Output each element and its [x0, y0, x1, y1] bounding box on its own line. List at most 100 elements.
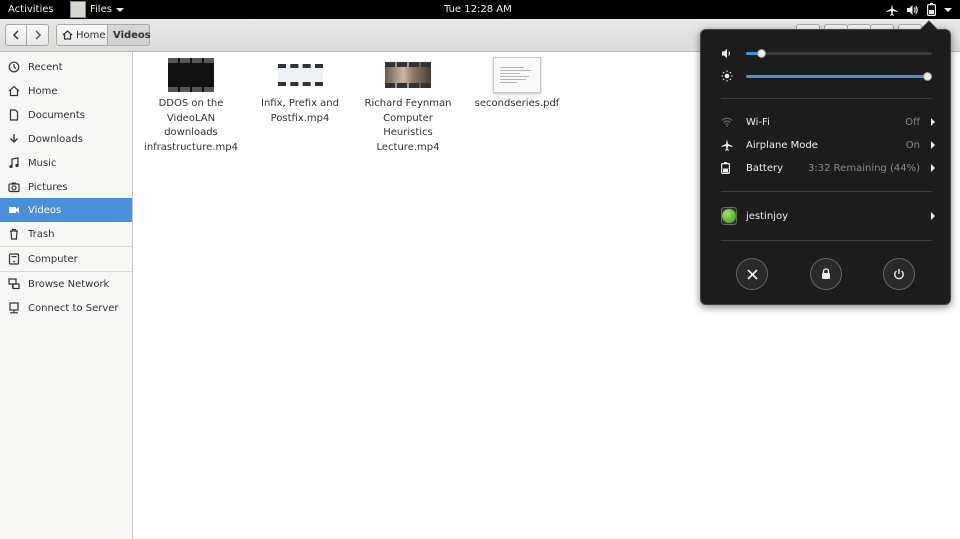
battery-icon — [927, 3, 936, 16]
network-icon — [8, 278, 20, 290]
power-icon — [894, 269, 904, 280]
sidebar-item-label: Computer — [28, 253, 78, 265]
file-item[interactable]: Richard Feynman Computer Heuristics Lect… — [360, 57, 456, 155]
sidebar-item-browse-network[interactable]: Browse Network — [0, 272, 132, 296]
brightness-slider[interactable] — [746, 71, 932, 81]
app-menu[interactable]: Files — [70, 0, 124, 19]
menu-separator — [721, 240, 932, 241]
sidebar-item-label: Connect to Server — [28, 302, 119, 314]
menu-separator — [721, 191, 932, 192]
chevron-down-icon — [944, 7, 952, 12]
file-name: DDOS on the VideoLAN downloads infrastru… — [144, 98, 238, 153]
sidebar-item-music[interactable]: Music — [0, 151, 132, 175]
sidebar-item-connect-to-server[interactable]: Connect to Server — [0, 296, 132, 320]
top-bar: Activities Files Tue 12:28 AM — [0, 0, 960, 19]
forward-button[interactable] — [27, 24, 49, 46]
brightness-slider-fill — [746, 74, 932, 78]
computer-icon — [8, 253, 20, 265]
file-name: Infix, Prefix and Postfix.mp4 — [261, 98, 339, 124]
sidebar-item-computer[interactable]: Computer — [0, 247, 132, 271]
sidebar-item-label: Downloads — [28, 133, 83, 145]
battery-row[interactable]: Battery 3:32 Remaining (44%) — [721, 158, 936, 178]
sidebar-item-home[interactable]: Home — [0, 79, 132, 103]
clock-icon — [8, 61, 20, 73]
file-item[interactable]: DDOS on the VideoLAN downloads infrastru… — [143, 57, 239, 155]
chevron-right-icon — [931, 141, 935, 149]
chevron-left-icon — [12, 30, 19, 40]
sidebar-item-videos[interactable]: Videos — [0, 198, 132, 222]
home-icon — [8, 85, 20, 97]
system-menu: Wi-Fi Off Airplane Mode On Battery 3:32 … — [700, 20, 951, 305]
sidebar-item-pictures[interactable]: Pictures — [0, 175, 132, 199]
chevron-right-icon — [34, 30, 41, 40]
battery-icon — [721, 162, 737, 174]
video-icon — [8, 204, 20, 216]
clock[interactable]: Tue 12:28 AM — [444, 4, 512, 15]
airplane-mode-row[interactable]: Airplane Mode On — [721, 135, 936, 155]
music-icon — [8, 157, 20, 169]
battery-status: 3:32 Remaining (44%) — [808, 162, 920, 174]
file-item[interactable]: secondseries.pdf — [469, 57, 565, 112]
breadcrumb-label: Home — [76, 29, 106, 41]
file-name: Richard Feynman Computer Heuristics Lect… — [364, 98, 452, 153]
sidebar-item-label: Browse Network — [28, 278, 110, 290]
file-item[interactable]: Infix, Prefix and Postfix.mp4 — [252, 57, 348, 126]
back-button[interactable] — [5, 24, 27, 46]
brightness-row — [721, 69, 936, 83]
sidebar: Recent Home Documents Downloads Music Pi… — [0, 52, 133, 539]
brightness-icon — [721, 70, 733, 82]
sidebar-item-documents[interactable]: Documents — [0, 103, 132, 127]
pdf-page-icon — [493, 57, 541, 93]
volume-slider[interactable] — [746, 48, 932, 58]
breadcrumb-videos[interactable]: Videos — [107, 24, 151, 46]
volume-row — [721, 46, 936, 60]
sidebar-item-recent[interactable]: Recent — [0, 55, 132, 79]
user-avatar — [721, 207, 737, 225]
sidebar-item-trash[interactable]: Trash — [0, 222, 132, 246]
volume-icon — [907, 4, 918, 15]
wifi-row[interactable]: Wi-Fi Off — [721, 112, 936, 132]
breadcrumb-home[interactable]: Home — [56, 24, 108, 46]
sidebar-item-label: Videos — [28, 204, 62, 216]
film-strip-icon — [385, 62, 431, 88]
menu-separator — [721, 98, 932, 99]
activities-button[interactable]: Activities — [8, 4, 54, 15]
breadcrumb-label: Videos — [113, 29, 151, 41]
chevron-right-icon — [931, 164, 935, 172]
chevron-right-icon — [931, 118, 935, 126]
files-app-icon — [70, 1, 86, 18]
chevron-down-icon — [115, 7, 124, 12]
airplane-mode-status: On — [905, 139, 920, 151]
airplane-mode-label: Airplane Mode — [746, 139, 818, 151]
video-thumbnail — [277, 57, 323, 93]
settings-button[interactable] — [736, 258, 768, 290]
power-button[interactable] — [883, 258, 915, 290]
sidebar-item-label: Music — [28, 157, 57, 169]
wifi-label: Wi-Fi — [746, 116, 770, 128]
wifi-status: Off — [905, 116, 920, 128]
airplane-icon — [886, 4, 898, 16]
sidebar-item-label: Pictures — [28, 181, 68, 193]
chevron-right-icon — [931, 212, 935, 220]
camera-icon — [8, 181, 20, 193]
home-icon — [62, 30, 73, 40]
brightness-slider-handle[interactable] — [923, 71, 932, 81]
file-name: secondseries.pdf — [474, 98, 560, 109]
system-tray[interactable] — [886, 2, 952, 17]
document-icon — [8, 109, 20, 121]
lock-icon — [822, 268, 830, 279]
battery-label: Battery — [746, 162, 784, 174]
app-menu-label: Files — [90, 4, 112, 15]
pdf-thumbnail — [493, 57, 541, 93]
user-row[interactable]: jestinjoy — [721, 206, 936, 226]
server-icon — [8, 302, 20, 314]
sidebar-item-label: Recent — [28, 61, 63, 73]
sidebar-item-label: Trash — [28, 228, 55, 240]
wifi-icon — [721, 117, 737, 127]
volume-slider-handle[interactable] — [756, 48, 766, 58]
lock-button[interactable] — [810, 258, 842, 290]
film-strip-icon — [168, 58, 214, 92]
sidebar-item-downloads[interactable]: Downloads — [0, 127, 132, 151]
trash-icon — [8, 228, 20, 240]
airplane-icon — [721, 139, 737, 151]
